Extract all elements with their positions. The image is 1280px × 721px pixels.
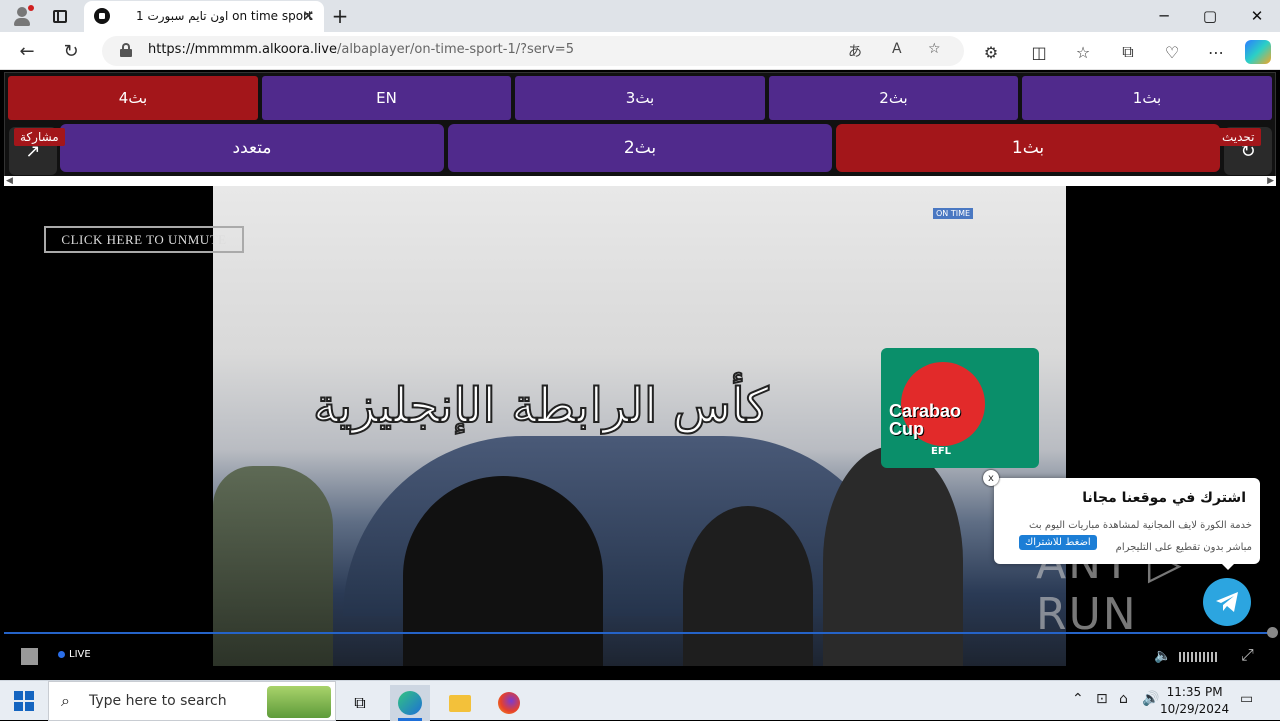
refresh-label: تحديث — [1216, 128, 1261, 146]
tab-title: اون تايم سبورت 1 on time sport — [136, 9, 313, 23]
server-button-en[interactable]: EN — [262, 76, 511, 120]
volume-icon[interactable]: 🔈 — [1154, 648, 1171, 664]
browser-essentials-icon[interactable]: ♡ — [1161, 41, 1183, 63]
popup-title: اشترك في موقعنا مجانا — [1082, 490, 1246, 506]
unmute-button[interactable]: CLICK HERE TO UNMUTE — [44, 226, 244, 253]
tray-chevron-icon[interactable]: ⌃ — [1072, 691, 1084, 707]
back-arrow-icon[interactable]: ← — [14, 39, 40, 63]
collections-icon[interactable]: ⧉ — [1117, 41, 1139, 63]
file-explorer-icon[interactable] — [440, 685, 480, 721]
telegram-icon[interactable] — [1203, 578, 1251, 626]
new-tab-button[interactable]: + — [328, 4, 352, 28]
notification-icon[interactable]: ▭ — [1240, 691, 1253, 707]
server-button-2[interactable]: بث2 — [769, 76, 1018, 120]
url-text[interactable]: https://mmmmm.alkoora.live/albaplayer/on… — [148, 42, 574, 57]
scroll-right-icon[interactable]: ▶ — [1267, 176, 1274, 186]
close-window-button[interactable]: ✕ — [1237, 4, 1277, 28]
address-bar[interactable]: https://mmmmm.alkoora.live/albaplayer/on… — [102, 36, 964, 66]
address-toolbar: ← ↻ https://mmmmm.alkoora.live/albaplaye… — [0, 32, 1280, 70]
task-view-icon[interactable]: ⧉ — [340, 685, 380, 721]
server-alt-2-button[interactable]: بث2 — [448, 124, 832, 172]
split-screen-icon[interactable]: ◫ — [1028, 41, 1050, 63]
tab-close-icon[interactable]: ✕ — [302, 7, 315, 25]
video-frame[interactable]: ON TIME كأس الرابطة الإنجليزية Carabao Cu… — [213, 186, 1066, 666]
extensions-icon[interactable]: ⚙ — [980, 41, 1002, 63]
popup-tail — [1220, 562, 1236, 570]
share-label: مشاركة — [14, 128, 65, 146]
soccer-ball-icon — [94, 8, 110, 24]
server-button-4[interactable]: بث4 — [8, 76, 258, 120]
firefox-icon[interactable] — [489, 685, 529, 721]
lock-icon — [120, 43, 132, 57]
reload-icon[interactable]: ↻ — [58, 39, 84, 63]
server-alt-1-button[interactable]: بث1 — [836, 124, 1220, 172]
windows-start-icon[interactable] — [14, 691, 34, 711]
taskbar-search[interactable]: ⌕ Type here to search — [48, 681, 336, 721]
stop-icon[interactable] — [21, 648, 38, 665]
server-selector: بث4 EN بث3 بث2 بث1 ↗ متعدد بث2 بث1 ↻ مشا… — [4, 72, 1276, 186]
browser-tab[interactable]: اون تايم سبورت 1 on time sport ✕ — [84, 1, 324, 32]
windows-taskbar: ⌕ Type here to search ⧉ ⌃ ⊡ ⌂ 🔊 11:35 PM… — [0, 680, 1280, 721]
search-highlight-image — [267, 686, 331, 718]
subscribe-popup: اشترك في موقعنا مجانا خدمة الكورة لايف ا… — [994, 478, 1260, 564]
read-aloud-icon[interactable]: A — [892, 41, 902, 57]
tab-actions-icon[interactable] — [48, 4, 72, 28]
server-button-1[interactable]: بث1 — [1022, 76, 1272, 120]
volume-slider[interactable] — [1179, 652, 1219, 662]
server-button-3[interactable]: بث3 — [515, 76, 765, 120]
copilot-icon[interactable] — [1245, 40, 1271, 64]
scroll-left-icon[interactable]: ◀ — [6, 176, 13, 186]
carabao-cup-logo: Carabao Cup EFL — [881, 348, 1039, 468]
horizontal-scrollbar[interactable]: ◀ ▶ — [4, 176, 1276, 186]
volume-tray-icon[interactable]: 🔊 — [1142, 691, 1159, 707]
maximize-button[interactable]: ▢ — [1190, 4, 1230, 28]
live-indicator: LIVE — [58, 649, 91, 660]
network-icon[interactable]: ⌂ — [1119, 691, 1128, 707]
network-device-icon[interactable]: ⊡ — [1096, 691, 1108, 707]
person-silhouette — [403, 476, 603, 666]
channel-logo: ON TIME — [933, 208, 974, 219]
system-clock[interactable]: 11:35 PM 10/29/2024 — [1160, 684, 1229, 718]
popup-close-icon[interactable]: x — [983, 470, 999, 486]
more-menu-icon[interactable]: ⋯ — [1205, 41, 1227, 63]
favorite-star-icon[interactable]: ☆ — [928, 41, 941, 57]
search-icon: ⌕ — [61, 691, 70, 710]
subscribe-button[interactable]: اضغط للاشتراك — [1019, 535, 1097, 550]
person-silhouette — [683, 506, 813, 666]
edge-taskbar-icon[interactable] — [390, 685, 430, 721]
browser-tab-bar: اون تايم سبورت 1 on time sport ✕ + ─ ▢ ✕ — [0, 0, 1280, 32]
multi-server-button[interactable]: متعدد — [60, 124, 444, 172]
tree-shape — [213, 466, 333, 666]
favorites-icon[interactable]: ☆ — [1072, 41, 1094, 63]
fullscreen-icon[interactable]: ⤢ — [1241, 645, 1254, 665]
profile-icon[interactable] — [10, 4, 34, 28]
overlay-title: كأس الرابطة الإنجليزية — [312, 377, 769, 435]
minimize-button[interactable]: ─ — [1144, 4, 1184, 28]
translate-icon[interactable]: あ — [848, 41, 862, 61]
